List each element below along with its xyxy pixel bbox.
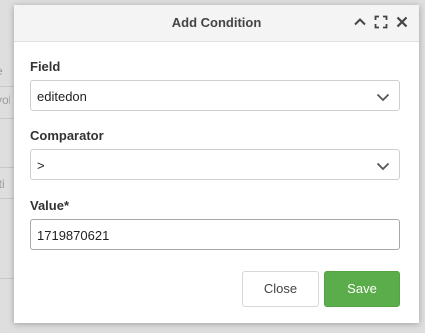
- close-button[interactable]: Close: [242, 271, 319, 307]
- field-select[interactable]: editedon: [30, 80, 400, 111]
- comparator-select-value: >: [37, 158, 45, 173]
- background-divider: [0, 167, 14, 168]
- background-divider: [0, 198, 14, 199]
- save-button[interactable]: Save: [324, 271, 400, 307]
- header-icons: [353, 15, 409, 29]
- background-divider: [0, 118, 14, 119]
- comparator-select[interactable]: >: [30, 149, 400, 180]
- value-label: Value*: [30, 198, 70, 213]
- field-select-value: editedon: [37, 89, 87, 104]
- dialog-header: Add Condition: [14, 5, 419, 42]
- field-label: Field: [30, 59, 61, 74]
- comparator-label: Comparator: [30, 128, 104, 143]
- background-divider: [0, 86, 14, 87]
- background-divider: [0, 278, 14, 279]
- chevron-down-icon: [376, 93, 390, 102]
- close-icon[interactable]: [395, 15, 409, 29]
- chevron-up-icon[interactable]: [353, 15, 367, 29]
- value-input[interactable]: 1719870621: [30, 219, 400, 250]
- background-text: e: [0, 64, 10, 78]
- background-text: volu: [0, 93, 10, 107]
- expand-icon[interactable]: [374, 15, 388, 29]
- add-condition-dialog: Add Condition Field editedon Comparator …: [14, 5, 419, 323]
- value-input-text: 1719870621: [37, 228, 110, 243]
- background-text: iti: [0, 177, 5, 191]
- chevron-down-icon: [376, 162, 390, 171]
